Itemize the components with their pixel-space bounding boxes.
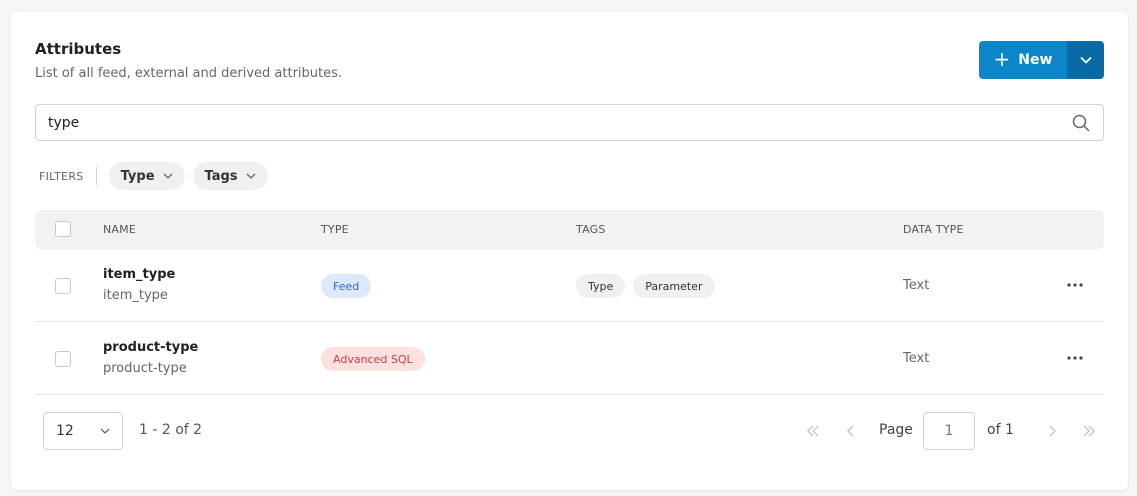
results-range: 1 - 2 of 2 [139, 422, 203, 438]
new-button-label: New [1018, 52, 1053, 68]
page-subtitle: List of all feed, external and derived a… [35, 66, 343, 81]
filter-chip-type[interactable]: Type [108, 162, 185, 190]
data-type-value: Text [903, 278, 930, 293]
attribute-key: product-type [103, 361, 187, 376]
table-row[interactable]: item_type item_type Feed Type Parameter … [35, 249, 1104, 322]
search-input[interactable]: type [35, 104, 1104, 141]
first-page-icon[interactable] [803, 421, 823, 441]
data-type-value: Text [903, 351, 930, 366]
search-input-value: type [48, 114, 80, 131]
page-title: Attributes [35, 40, 122, 58]
row-checkbox[interactable] [55, 351, 71, 367]
type-badge: Feed [321, 274, 372, 298]
table-header: NAME TYPE TAGS DATA TYPE [35, 210, 1104, 249]
column-header-data-type[interactable]: DATA TYPE [903, 223, 964, 236]
page-size-value: 12 [56, 423, 74, 439]
page-size-select[interactable]: 12 [43, 412, 123, 450]
filter-chip-tags[interactable]: Tags [192, 162, 268, 190]
table-row[interactable]: product-type product-type Advanced SQL T… [35, 322, 1104, 395]
filter-chip-label: Tags [204, 168, 238, 184]
next-page-icon[interactable] [1043, 421, 1063, 441]
more-actions-icon[interactable] [1065, 275, 1085, 295]
attribute-name[interactable]: product-type [103, 340, 198, 355]
chevron-down-icon [246, 173, 255, 179]
column-header-type[interactable]: TYPE [321, 223, 349, 236]
previous-page-icon[interactable] [840, 421, 860, 441]
tag-chip: Parameter [633, 274, 715, 298]
last-page-icon[interactable] [1079, 421, 1099, 441]
filters-divider [95, 167, 97, 185]
tags-list: Type Parameter [576, 274, 715, 298]
page-number-input[interactable]: 1 [923, 412, 975, 450]
filters-bar: FILTERS Type Tags [39, 162, 276, 190]
plus-icon: + [993, 47, 1011, 71]
new-split-button: + New [979, 41, 1104, 79]
tag-chip: Type [576, 274, 626, 298]
attributes-card: Attributes List of all feed, external an… [11, 12, 1128, 490]
page-count-label: of 1 [987, 422, 1014, 438]
page-label: Page [879, 422, 913, 438]
search-icon[interactable] [1071, 113, 1091, 133]
select-all-checkbox[interactable] [55, 221, 71, 237]
filter-chip-label: Type [120, 168, 155, 184]
attribute-key: item_type [103, 288, 168, 303]
pagination: 12 1 - 2 of 2 Page 1 of 1 [43, 412, 1104, 450]
attribute-name[interactable]: item_type [103, 267, 175, 282]
new-button[interactable]: + New [979, 41, 1067, 79]
new-dropdown-button[interactable] [1067, 41, 1104, 79]
row-checkbox[interactable] [55, 278, 71, 294]
type-badge: Advanced SQL [321, 347, 425, 371]
column-header-tags[interactable]: TAGS [576, 223, 606, 236]
filters-label: FILTERS [39, 169, 84, 183]
more-actions-icon[interactable] [1065, 348, 1085, 368]
column-header-name[interactable]: NAME [103, 223, 136, 236]
chevron-down-icon [1079, 56, 1092, 64]
chevron-down-icon [100, 428, 110, 434]
chevron-down-icon [163, 173, 172, 179]
